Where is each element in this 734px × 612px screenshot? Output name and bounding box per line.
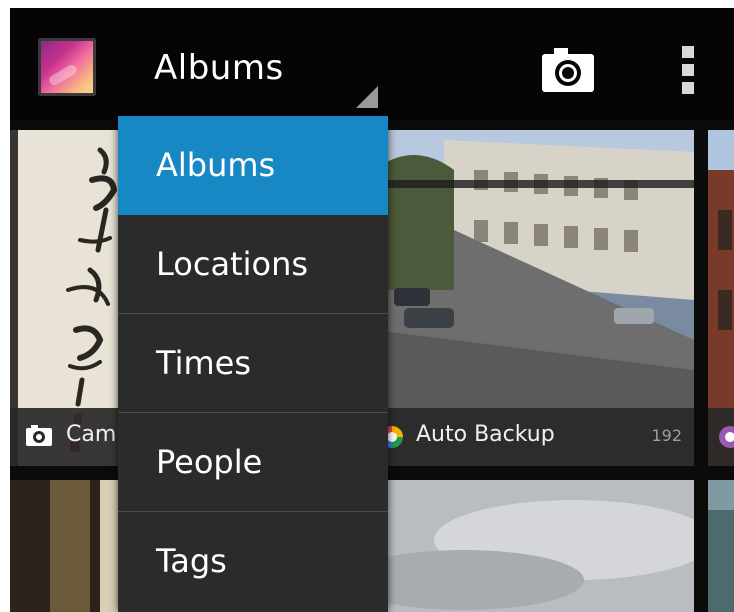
dropdown-item-people[interactable]: People	[118, 413, 388, 512]
album-caption: Auto Backup 192	[374, 408, 694, 466]
dropdown-item-times[interactable]: Times	[118, 314, 388, 413]
view-spinner-label: Albums	[154, 48, 284, 88]
overflow-menu-icon	[682, 46, 694, 58]
view-dropdown-menu: Albums Locations Times People Tags	[118, 116, 388, 612]
overflow-dot	[682, 82, 694, 94]
album-caption	[708, 408, 734, 466]
view-spinner[interactable]: Albums	[154, 38, 384, 108]
dropdown-item-label: Locations	[156, 245, 309, 283]
camera-icon	[26, 425, 52, 446]
gallery-screen: Albums Cam Auto Backup 192 Albums Locati…	[10, 8, 734, 612]
album-name: Cam	[66, 422, 117, 447]
spinner-indicator-icon	[356, 86, 378, 108]
album-tile[interactable]	[374, 480, 694, 612]
overflow-dot	[682, 64, 694, 76]
overflow-menu-button[interactable]	[674, 44, 704, 98]
dropdown-item-label: Times	[156, 344, 251, 382]
action-bar: Albums	[10, 8, 734, 120]
camera-icon	[542, 48, 594, 92]
dropdown-item-label: Albums	[156, 146, 276, 184]
gallery-app-icon[interactable]	[38, 38, 96, 96]
album-name: Auto Backup	[416, 422, 555, 447]
picasa-icon	[719, 426, 734, 448]
camera-button[interactable]	[540, 46, 600, 94]
album-thumbnail	[374, 480, 694, 612]
dropdown-item-label: People	[156, 443, 263, 481]
dropdown-item-label: Tags	[156, 542, 227, 580]
album-thumbnail	[708, 480, 734, 612]
dropdown-item-albums[interactable]: Albums	[118, 116, 388, 215]
album-tile[interactable]	[708, 480, 734, 612]
dropdown-item-locations[interactable]: Locations	[118, 215, 388, 314]
album-tile[interactable]: Auto Backup 192	[374, 130, 694, 466]
dropdown-item-tags[interactable]: Tags	[118, 512, 388, 611]
album-tile[interactable]	[708, 130, 734, 466]
album-count: 192	[651, 426, 682, 445]
